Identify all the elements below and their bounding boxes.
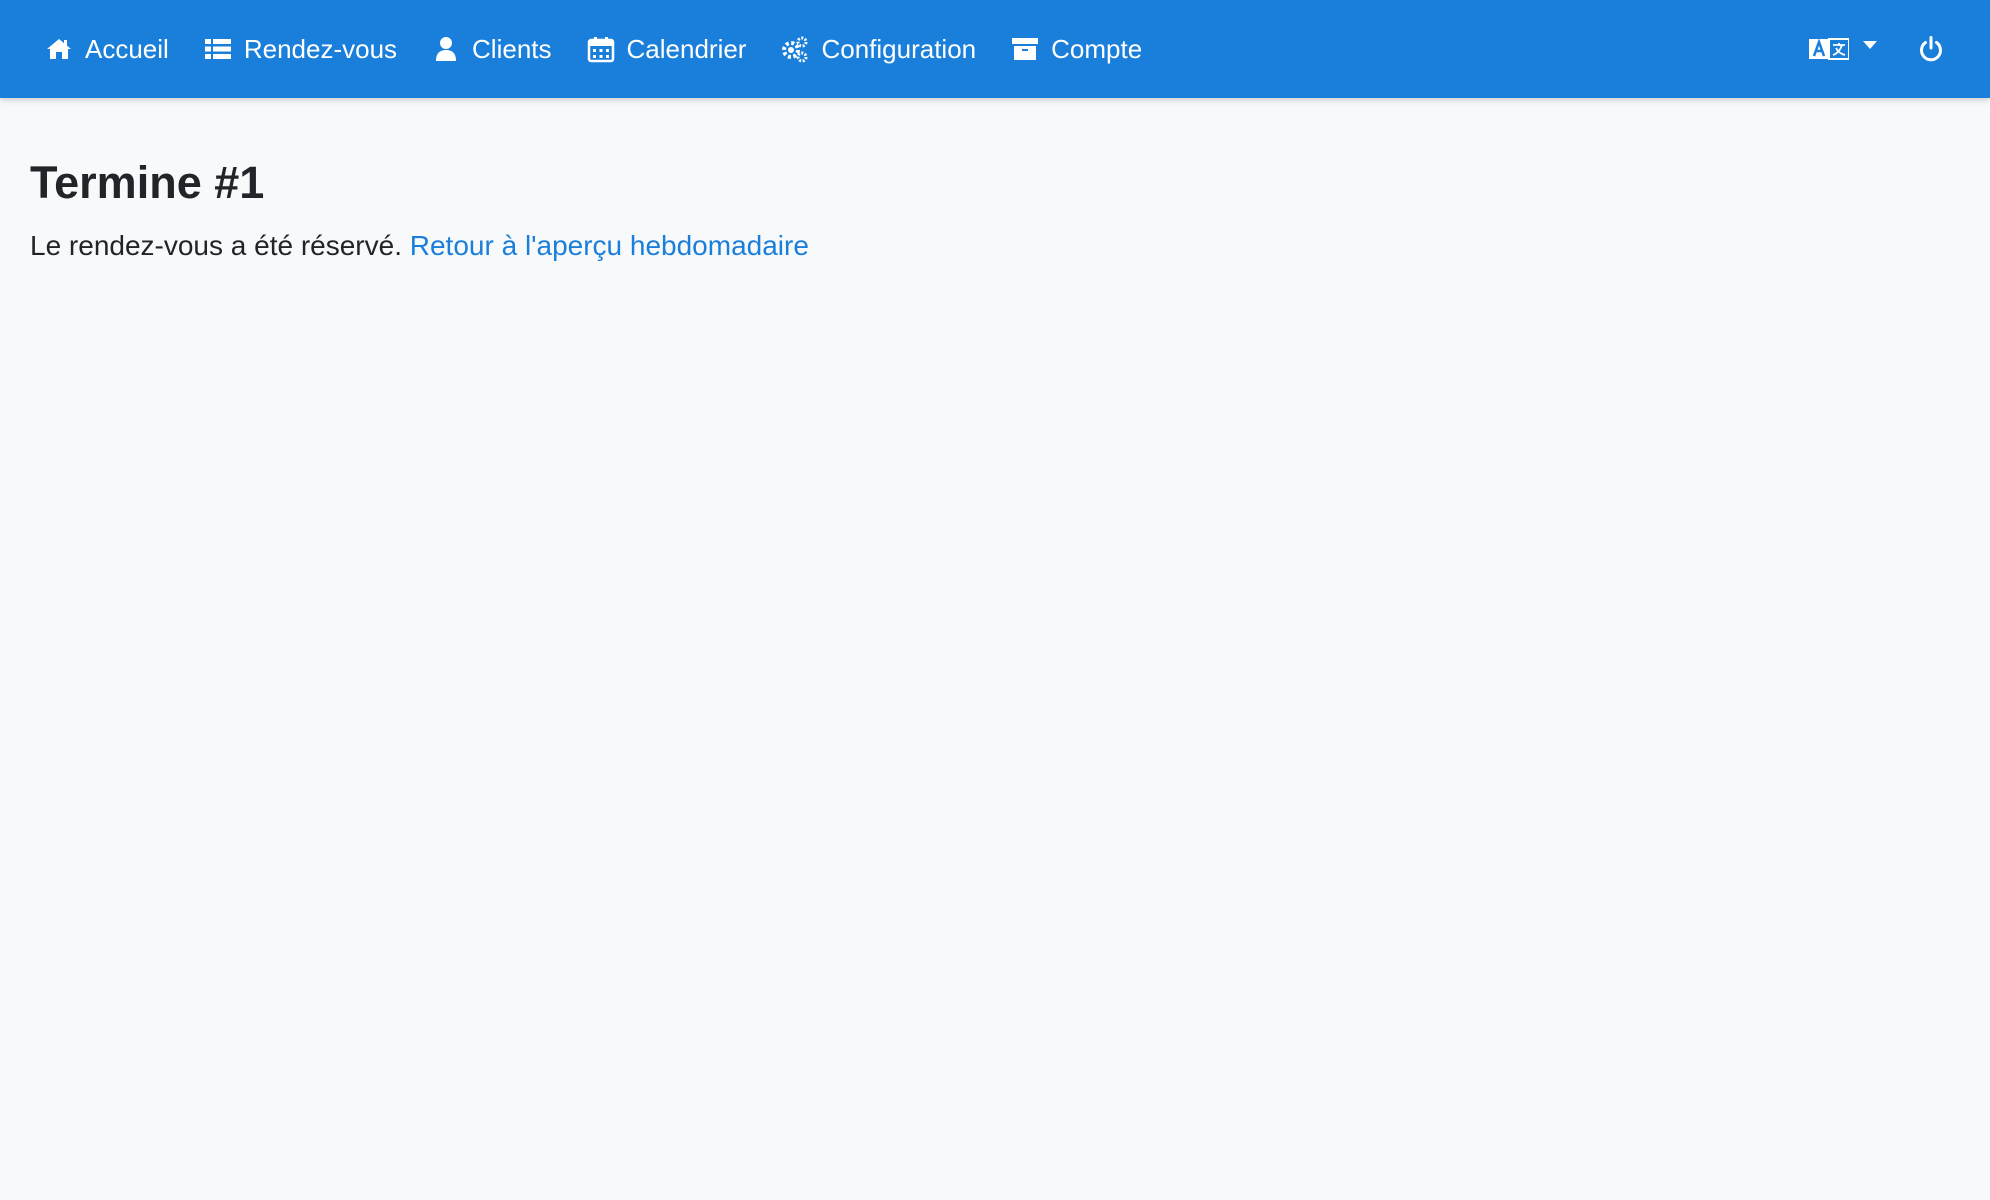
language-dropdown[interactable] [1809, 38, 1877, 60]
confirmation-message: Le rendez-vous a été réservé. Retour à l… [30, 227, 809, 265]
nav-menu: Accueil Rendez-vous Clients Calendrier C… [0, 0, 1177, 98]
list-icon [204, 35, 232, 63]
nav-item-label: Calendrier [626, 33, 747, 64]
top-navbar: Accueil Rendez-vous Clients Calendrier C… [0, 0, 1990, 98]
nav-item-configuration[interactable]: Configuration [781, 0, 976, 98]
cogs-icon [781, 35, 809, 63]
language-icon [1809, 38, 1849, 60]
nav-item-label: Configuration [821, 33, 977, 64]
nav-item-label: Rendez-vous [243, 33, 398, 64]
nav-item-clients[interactable]: Clients [432, 0, 552, 98]
nav-item-accueil[interactable]: Accueil [45, 0, 169, 98]
back-to-weekly-overview-link[interactable]: Retour à l'aperçu hebdomadaire [410, 230, 809, 261]
nav-item-rendez-vous[interactable]: Rendez-vous [204, 0, 397, 98]
page-title: Termine #1 [30, 157, 265, 208]
calendar-icon [587, 35, 615, 63]
confirmation-text: Le rendez-vous a été réservé. [30, 230, 402, 261]
nav-right [1809, 0, 1945, 98]
nav-item-compte[interactable]: Compte [1011, 0, 1142, 98]
main-content: Termine #1 Le rendez-vous a été réservé.… [30, 155, 809, 265]
chevron-down-icon [1863, 41, 1877, 49]
home-icon [45, 35, 73, 63]
user-icon [432, 35, 460, 63]
power-icon[interactable] [1917, 35, 1945, 63]
nav-item-label: Compte [1051, 33, 1143, 64]
nav-item-calendrier[interactable]: Calendrier [587, 0, 747, 98]
nav-item-label: Accueil [85, 33, 169, 64]
archive-icon [1011, 35, 1039, 63]
nav-item-label: Clients [472, 33, 552, 64]
